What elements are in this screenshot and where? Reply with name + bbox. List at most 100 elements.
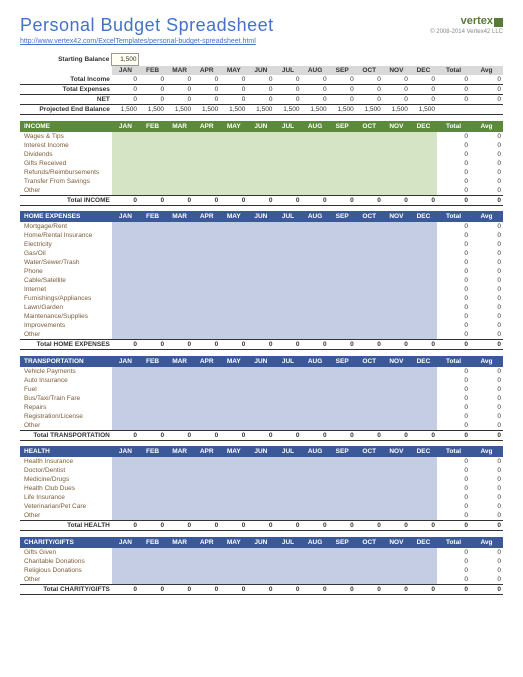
data-cell[interactable] <box>247 294 274 303</box>
data-cell[interactable] <box>329 511 356 521</box>
data-cell[interactable] <box>220 141 247 150</box>
data-cell[interactable] <box>302 267 329 276</box>
data-cell[interactable] <box>112 249 139 258</box>
data-cell[interactable] <box>274 249 301 258</box>
data-cell[interactable] <box>166 566 193 575</box>
data-cell[interactable] <box>220 159 247 168</box>
data-cell[interactable] <box>139 475 166 484</box>
data-cell[interactable] <box>139 258 166 267</box>
data-cell[interactable] <box>139 159 166 168</box>
data-cell[interactable] <box>329 421 356 431</box>
data-cell[interactable] <box>112 575 139 585</box>
data-cell[interactable] <box>274 303 301 312</box>
data-cell[interactable] <box>410 240 437 249</box>
data-cell[interactable] <box>410 403 437 412</box>
data-cell[interactable] <box>220 303 247 312</box>
data-cell[interactable] <box>383 493 410 502</box>
data-cell[interactable] <box>193 548 220 557</box>
data-cell[interactable] <box>274 475 301 484</box>
data-cell[interactable] <box>410 466 437 475</box>
data-cell[interactable] <box>356 141 383 150</box>
data-cell[interactable] <box>410 321 437 330</box>
data-cell[interactable] <box>193 285 220 294</box>
data-cell[interactable] <box>410 249 437 258</box>
data-cell[interactable] <box>410 231 437 240</box>
data-cell[interactable] <box>139 566 166 575</box>
data-cell[interactable] <box>247 566 274 575</box>
data-cell[interactable] <box>193 466 220 475</box>
data-cell[interactable] <box>274 222 301 231</box>
data-cell[interactable] <box>410 186 437 196</box>
data-cell[interactable] <box>112 502 139 511</box>
data-cell[interactable] <box>329 548 356 557</box>
data-cell[interactable] <box>383 475 410 484</box>
data-cell[interactable] <box>329 168 356 177</box>
data-cell[interactable] <box>302 330 329 340</box>
data-cell[interactable] <box>193 240 220 249</box>
data-cell[interactable] <box>193 502 220 511</box>
data-cell[interactable] <box>220 276 247 285</box>
data-cell[interactable] <box>139 132 166 141</box>
data-cell[interactable] <box>410 294 437 303</box>
data-cell[interactable] <box>383 330 410 340</box>
data-cell[interactable] <box>220 403 247 412</box>
data-cell[interactable] <box>329 312 356 321</box>
data-cell[interactable] <box>383 276 410 285</box>
data-cell[interactable] <box>139 493 166 502</box>
data-cell[interactable] <box>112 493 139 502</box>
data-cell[interactable] <box>274 231 301 240</box>
data-cell[interactable] <box>193 249 220 258</box>
data-cell[interactable] <box>356 321 383 330</box>
data-cell[interactable] <box>274 258 301 267</box>
data-cell[interactable] <box>302 276 329 285</box>
data-cell[interactable] <box>274 168 301 177</box>
data-cell[interactable] <box>139 412 166 421</box>
data-cell[interactable] <box>410 267 437 276</box>
data-cell[interactable] <box>329 132 356 141</box>
data-cell[interactable] <box>220 222 247 231</box>
data-cell[interactable] <box>220 367 247 376</box>
data-cell[interactable] <box>112 150 139 159</box>
data-cell[interactable] <box>383 457 410 466</box>
data-cell[interactable] <box>193 177 220 186</box>
data-cell[interactable] <box>112 421 139 431</box>
data-cell[interactable] <box>247 186 274 196</box>
data-cell[interactable] <box>302 285 329 294</box>
data-cell[interactable] <box>329 222 356 231</box>
data-cell[interactable] <box>220 493 247 502</box>
data-cell[interactable] <box>274 376 301 385</box>
data-cell[interactable] <box>302 141 329 150</box>
data-cell[interactable] <box>247 376 274 385</box>
data-cell[interactable] <box>274 466 301 475</box>
data-cell[interactable] <box>112 412 139 421</box>
data-cell[interactable] <box>356 303 383 312</box>
data-cell[interactable] <box>274 150 301 159</box>
data-cell[interactable] <box>410 330 437 340</box>
data-cell[interactable] <box>302 367 329 376</box>
data-cell[interactable] <box>302 385 329 394</box>
data-cell[interactable] <box>193 394 220 403</box>
data-cell[interactable] <box>356 330 383 340</box>
data-cell[interactable] <box>166 132 193 141</box>
data-cell[interactable] <box>139 303 166 312</box>
data-cell[interactable] <box>166 249 193 258</box>
data-cell[interactable] <box>383 249 410 258</box>
data-cell[interactable] <box>274 294 301 303</box>
data-cell[interactable] <box>356 502 383 511</box>
data-cell[interactable] <box>274 412 301 421</box>
data-cell[interactable] <box>139 321 166 330</box>
data-cell[interactable] <box>112 276 139 285</box>
data-cell[interactable] <box>166 231 193 240</box>
data-cell[interactable] <box>302 493 329 502</box>
data-cell[interactable] <box>112 231 139 240</box>
data-cell[interactable] <box>274 557 301 566</box>
data-cell[interactable] <box>247 385 274 394</box>
data-cell[interactable] <box>356 557 383 566</box>
data-cell[interactable] <box>247 141 274 150</box>
data-cell[interactable] <box>139 557 166 566</box>
data-cell[interactable] <box>329 231 356 240</box>
data-cell[interactable] <box>329 566 356 575</box>
data-cell[interactable] <box>383 303 410 312</box>
data-cell[interactable] <box>112 394 139 403</box>
data-cell[interactable] <box>247 285 274 294</box>
